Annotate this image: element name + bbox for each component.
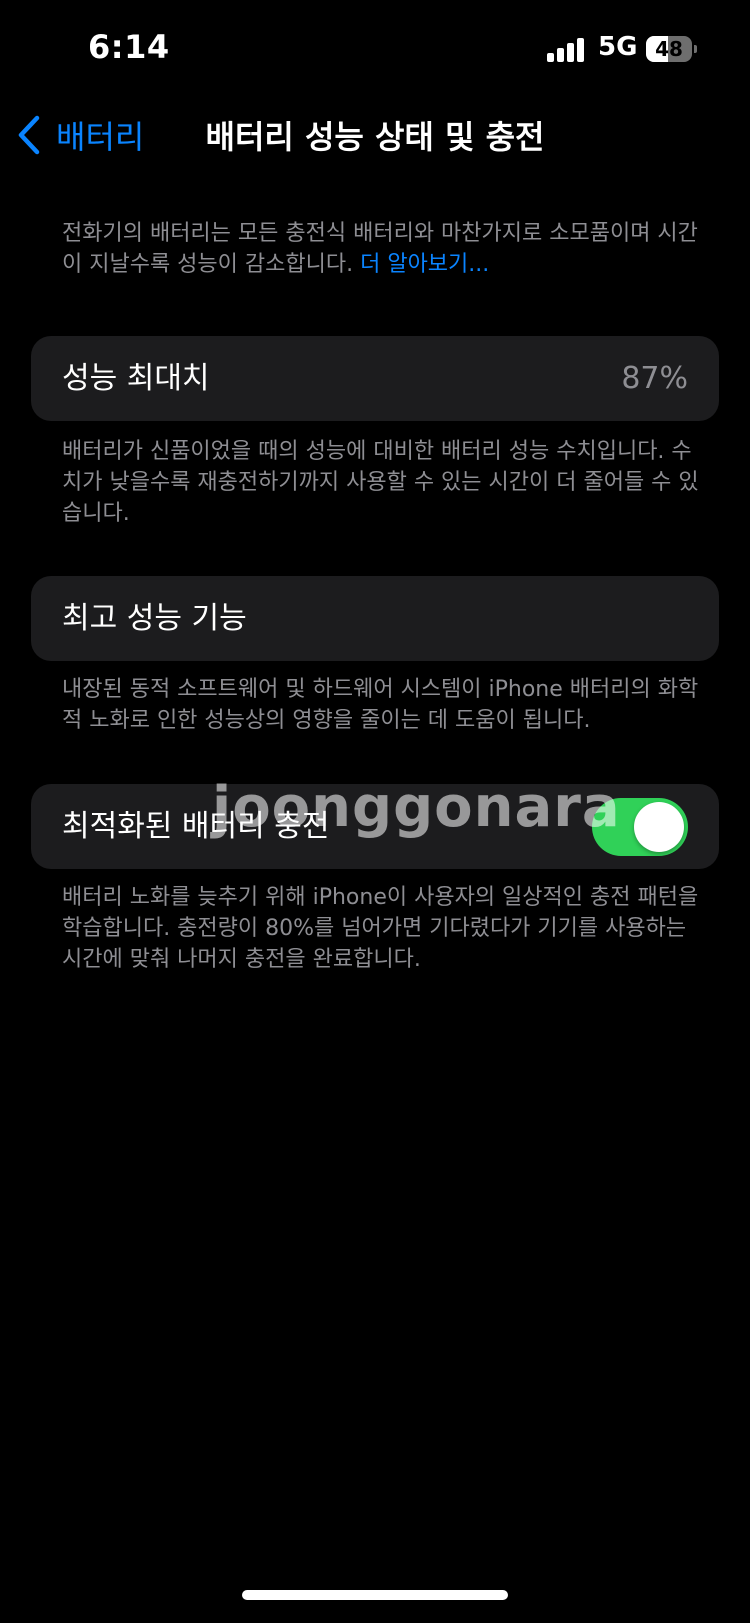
peak-performance-description: 내장된 동적 소프트웨어 및 하드웨어 시스템이 iPhone 배터리의 화학적…: [62, 677, 699, 733]
battery-icon: 48: [646, 36, 697, 62]
status-bar: 6:14 5G 48: [0, 0, 750, 100]
optimized-charging-row: 최적화된 배터리 충전: [31, 784, 719, 869]
learn-more-link[interactable]: 더 알아보기...: [360, 252, 489, 277]
cellular-signal-icon: [547, 38, 587, 62]
peak-performance-row[interactable]: 최고 성능 기능: [31, 576, 719, 661]
navigation-bar: 배터리 배터리 성능 상태 및 충전: [0, 100, 750, 170]
home-indicator[interactable]: [242, 1590, 508, 1600]
optimized-charging-description: 배터리 노화를 늦추기 위해 iPhone이 사용자의 일상적인 충전 패턴을 …: [62, 885, 699, 972]
peak-performance-label: 최고 성능 기능: [62, 601, 247, 636]
max-capacity-description: 배터리가 신품이었을 때의 성능에 대비한 배터리 성능 수치입니다. 수치가 …: [62, 439, 699, 526]
max-capacity-row: 성능 최대치 87%: [31, 336, 719, 421]
battery-level: 48: [655, 37, 683, 61]
page-title: 배터리 성능 상태 및 충전: [205, 118, 545, 156]
optimized-charging-toggle[interactable]: [592, 798, 688, 856]
max-capacity-label: 성능 최대치: [62, 361, 210, 396]
intro-description: 전화기의 배터리는 모든 충전식 배터리와 마찬가지로 소모품이며 시간이 지날…: [62, 218, 702, 280]
network-type: 5G: [598, 32, 638, 62]
toggle-knob: [634, 802, 684, 852]
status-time: 6:14: [88, 28, 170, 66]
optimized-charging-label: 최적화된 배터리 충전: [62, 809, 330, 844]
max-capacity-value: 87%: [621, 361, 688, 396]
